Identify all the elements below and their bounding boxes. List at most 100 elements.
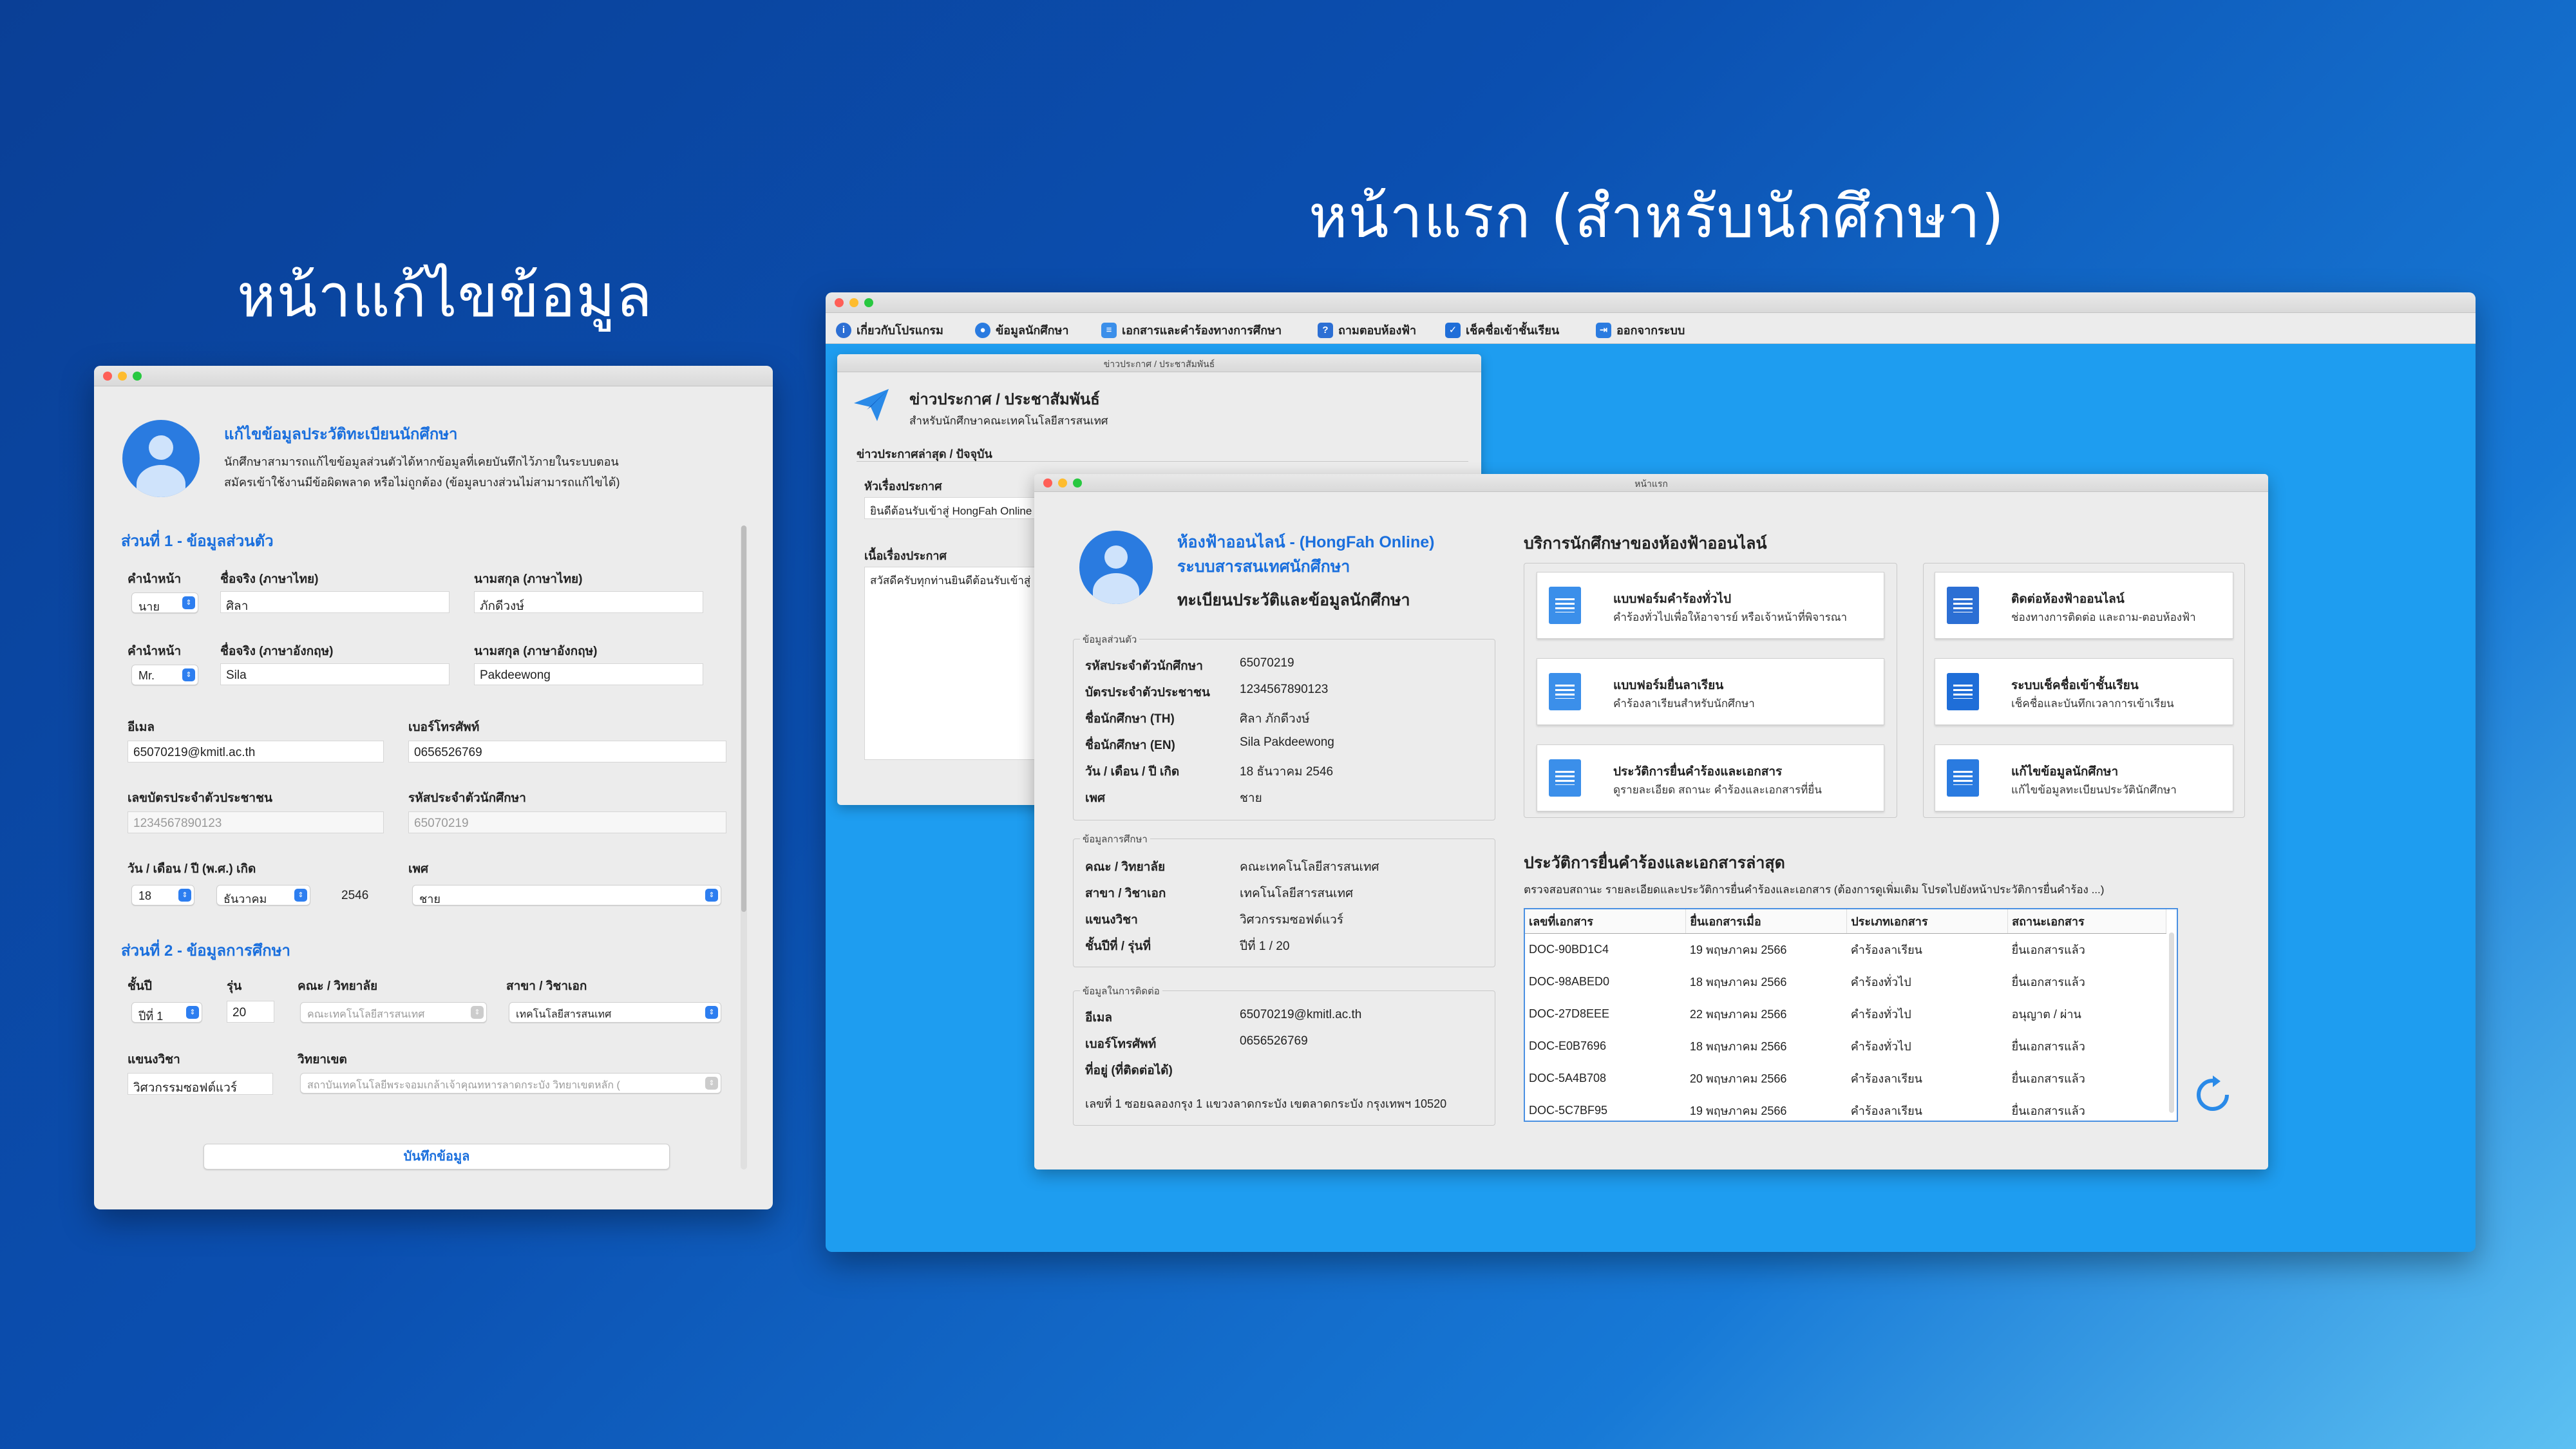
table-cell: คำร้องทั่วไป [1850,1040,1911,1053]
scrollbar-thumb[interactable] [741,526,746,912]
service-subtitle: ช่องทางการติดต่อ และถาม-ตอบห้องฟ้า [2011,611,2196,623]
table-row[interactable]: DOC-98ABED0 18 พฤษภาคม 2566 คำร้องทั่วไป ยื… [1525,966,2166,998]
select-arrows-icon: ⇕ [182,668,195,681]
citizen-id-field: 1234567890123 [128,811,384,833]
year-select[interactable]: ปีที่ 1 ⇕ [131,1002,202,1023]
prefix-en-select[interactable]: Mr. ⇕ [131,665,198,685]
form-scrollbar[interactable] [741,526,747,1170]
lname-en-field[interactable]: Pakdeewong [474,663,703,685]
major-select[interactable]: เทคโนโลยีสารสนเทศ ⇕ [509,1002,721,1023]
select-arrows-icon: ⇕ [178,889,191,902]
generation-field[interactable]: 20 [227,1001,274,1023]
service-card[interactable]: แบบฟอร์มคำร้องทั่วไป คำร้องทั่วไปเพื่อให้… [1537,572,1884,639]
profile-avatar-icon [122,420,200,497]
table-cell: DOC-98ABED0 [1529,975,1610,988]
minimize-button[interactable] [849,298,858,307]
campus-select: สถาบันเทคโนโลยีพระจอมเกล้าเจ้าคุณทหารลาด… [300,1073,721,1094]
menu-qa[interactable]: ? ถามตอบห้องฟ้า [1318,321,1416,339]
lname-th-field[interactable]: ภักดีวงษ์ [474,591,703,613]
table-row[interactable]: DOC-27D8EEE 22 พฤษภาคม 2566 คำร้องทั่วไป อน… [1525,998,2166,1030]
service-card[interactable]: ระบบเช็คชื่อเข้าชั้นเรียน เช็คชื่อและบันท… [1935,658,2233,725]
info-row: เบอร์โทรศัพท์ 0656526769 [1085,1034,1484,1051]
refresh-icon[interactable] [2193,1075,2232,1114]
info-key: อีเมล [1085,1011,1113,1025]
column-header[interactable]: สถานะเอกสาร [2007,909,2166,934]
menu-about[interactable]: i เกี่ยวกับโปรแกรม [836,321,943,339]
track-label: แขนงวิชา [128,1053,180,1066]
prefix-th-select[interactable]: นาย ⇕ [131,592,198,613]
gender-select[interactable]: ชาย ⇕ [412,885,721,905]
zoom-button[interactable] [864,298,873,307]
info-key: ชื่อนักศึกษา (TH) [1085,712,1175,726]
close-button[interactable] [103,372,112,381]
news-divider [857,461,1468,462]
table-row[interactable]: DOC-E0B7696 18 พฤษภาคม 2566 คำร้องทั่วไป ยื… [1525,1030,2166,1063]
prefix-en-label: คำนำหน้า [128,645,182,658]
email-field[interactable]: 65070219@kmitl.ac.th [128,741,384,762]
checkbox-icon: ✓ [1445,322,1461,338]
table-cell: DOC-90BD1C4 [1529,943,1609,956]
edit-title: แก้ไขข้อมูลประวัติทะเบียนนักศึกษา [224,426,458,443]
zoom-button[interactable] [133,372,142,381]
table-cell: คำร้องลาเรียน [1850,1104,1922,1117]
service-card[interactable]: แบบฟอร์มยื่นลาเรียน คำร้องลาเรียนสำหรับนั… [1537,658,1884,725]
home-window-title: หน้าแรก [1634,478,1668,489]
menu-documents[interactable]: ≡ เอกสารและคำร้องทางการศึกษา [1101,321,1282,339]
fname-th-field[interactable]: ศิลา [220,591,450,613]
phone-label: เบอร์โทรศัพท์ [408,721,480,734]
service-title: ติดต่อห้องฟ้าออนไลน์ [2011,592,2125,606]
column-header[interactable]: เลขที่เอกสาร [1525,909,1687,934]
fname-en-field[interactable]: Sila [220,663,450,685]
news-latest-label: ข่าวประกาศล่าสุด / ปัจจุบัน [857,448,992,460]
table-row[interactable]: DOC-90BD1C4 19 พฤษภาคม 2566 คำร้องลาเรียน ย… [1525,934,2166,966]
dob-year-value[interactable]: 2546 [341,889,368,903]
save-button-label: บันทึกข้อมูล [403,1150,470,1164]
menu-student-info[interactable]: ● ข้อมูลนักศึกษา [975,321,1069,339]
save-button[interactable]: บันทึกข้อมูล [204,1144,670,1170]
news-body-label: เนื้อเรื่องประกาศ [864,549,947,562]
service-subtitle: แก้ไขข้อมูลทะเบียนประวัตินักศึกษา [2011,784,2177,796]
document-icon [1549,759,1581,797]
close-button[interactable] [835,298,844,307]
address-value: เลขที่ 1 ซอยฉลองกรุง 1 แขวงลาดกระบัง เขต… [1085,1097,1447,1110]
table-scrollbar[interactable] [2169,933,2174,1113]
menu-logout[interactable]: ⇥ ออกจากระบบ [1596,321,1685,339]
menu-attendance[interactable]: ✓ เช็คชื่อเข้าชั้นเรียน [1445,321,1559,339]
news-subtitle: สำหรับนักศึกษาคณะเทคโนโลยีสารสนเทศ [909,415,1108,427]
dob-month-select[interactable]: ธันวาคม ⇕ [216,885,310,905]
campus-value: สถาบันเทคโนโลยีพระจอมเกล้าเจ้าคุณทหารลาด… [307,1080,620,1091]
service-card[interactable]: แก้ไขข้อมูลนักศึกษา แก้ไขข้อมูลทะเบียนประ… [1935,744,2233,811]
document-icon [1549,587,1581,624]
table-row[interactable]: DOC-5A4B708 20 พฤษภาคม 2566 คำร้องลาเรียน ย… [1525,1063,2166,1095]
info-row: ชั้นปีที่ / รุ่นที่ ปีที่ 1 / 20 [1085,936,1484,953]
info-key: คณะ / วิทยาลัย [1085,860,1166,874]
year-label: ชั้นปี [128,980,152,993]
service-card[interactable]: ประวัติการยื่นคำร้องและเอกสาร ดูรายละเอีย… [1537,744,1884,811]
minimize-button[interactable] [118,372,127,381]
service-subtitle: เช็คชื่อและบันทึกเวลาการเข้าเรียน [2011,697,2174,710]
info-value: 65070219 [1240,656,1294,670]
table-cell: DOC-5C7BF95 [1529,1104,1608,1117]
table-row[interactable]: DOC-5C7BF95 19 พฤษภาคม 2566 คำร้องลาเรียน ย… [1525,1095,2166,1121]
column-header[interactable]: ยื่นเอกสารเมื่อ [1685,909,1848,934]
menu-documents-label: เอกสารและคำร้องทางการศึกษา [1122,324,1282,337]
track-field[interactable]: วิศวกรรมซอฟต์แวร์ [128,1073,273,1095]
profile-title: ทะเบียนประวัติและข้อมูลนักศึกษา [1177,591,1410,609]
info-row: คณะ / วิทยาลัย คณะเทคโนโลยีสารสนเทศ [1085,857,1484,874]
info-key: สาขา / วิชาเอก [1085,887,1166,900]
info-row: ชื่อนักศึกษา (EN) Sila Pakdeewong [1085,735,1484,752]
info-value: 0656526769 [1240,1034,1308,1048]
email-label: อีเมล [128,721,155,734]
table-cell: ยื่นเอกสารแล้ว [2011,1040,2085,1053]
news-window-title: ข่าวประกาศ / ประชาสัมพันธ์ [1103,359,1215,369]
dob-day-select[interactable]: 18 ⇕ [131,885,194,905]
history-table: เลขที่เอกสาร ยื่นเอกสารเมื่อ ประเภทเอกสารส… [1525,909,2166,1121]
history-title: ประวัติการยื่นคำร้องและเอกสารล่าสุด [1524,854,1785,872]
table-cell: ยื่นเอกสารแล้ว [2011,1072,2085,1085]
phone-field[interactable]: 0656526769 [408,741,726,762]
service-card[interactable]: ติดต่อห้องฟ้าออนไลน์ช่องทางการติดต่อ และ… [1935,572,2233,639]
generation-label: รุ่น [227,980,242,993]
service-subtitle: คำร้องลาเรียนสำหรับนักศึกษา [1613,697,1755,710]
column-header[interactable]: ประเภทเอกสาร [1846,909,2009,934]
news-topic-label: หัวเรื่องประกาศ [864,480,942,493]
